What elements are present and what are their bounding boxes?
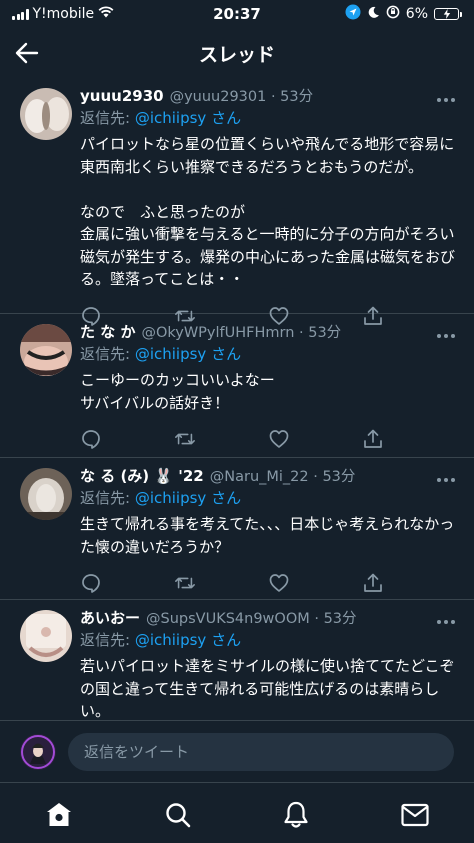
user-name[interactable]: た な か: [80, 322, 135, 342]
status-bar: Y!mobile 20:37 6%: [0, 0, 474, 28]
bottom-tab-bar: [0, 782, 474, 843]
like-button[interactable]: [268, 428, 290, 450]
reply-to-prefix: 返信先:: [80, 345, 131, 363]
heart-icon: [269, 574, 289, 592]
tweet[interactable]: あいおー @SupsVUKS4n9wOOM · 53分 返信先: @ichiip…: [0, 600, 474, 720]
tweet[interactable]: た な か @OkyWPylfUHFHmrn · 53分 返信先: @ichii…: [0, 314, 474, 458]
my-avatar[interactable]: [20, 733, 56, 770]
avatar[interactable]: [20, 468, 72, 520]
reply-to-mention[interactable]: @ichiipsy さん: [135, 345, 241, 363]
location-icon: [345, 4, 361, 24]
tab-notifications[interactable]: [280, 799, 312, 831]
reply-to-prefix: 返信先:: [80, 489, 131, 507]
reply-to-line: 返信先: @ichiipsy さん: [80, 107, 458, 129]
tweet-text: 生きて帰れる事を考えてた、、、日本じゃ考えられなかった懐の違いだろうか？: [80, 515, 455, 556]
mention-handle[interactable]: @ichiipsy: [135, 631, 206, 649]
header: スレッド: [0, 28, 474, 78]
more-dots-icon: [437, 478, 455, 482]
more-dots-icon: [437, 98, 455, 102]
user-name[interactable]: yuuu2930: [80, 86, 164, 106]
retweet-icon: [175, 577, 195, 589]
tab-home[interactable]: [43, 799, 75, 831]
share-button[interactable]: [362, 572, 384, 594]
share-button[interactable]: [362, 428, 384, 450]
mention-suffix: さん: [211, 109, 242, 127]
home-icon: [47, 803, 72, 826]
avatar[interactable]: [20, 324, 72, 376]
bell-icon: [284, 801, 308, 828]
wifi-icon: [98, 6, 114, 22]
more-options-button[interactable]: [436, 610, 456, 629]
do-not-disturb-icon: [367, 6, 380, 23]
reply-to-mention[interactable]: @ichiipsy さん: [135, 489, 241, 507]
mention-handle[interactable]: @ichiipsy: [135, 109, 206, 127]
envelope-icon: [401, 803, 429, 827]
reply-to-line: 返信先: @ichiipsy さん: [80, 343, 458, 365]
user-name[interactable]: あいおー: [80, 608, 140, 628]
user-handle-timestamp: @SupsVUKS4n9wOOM · 53分: [146, 611, 357, 627]
user-name[interactable]: な る (み) 🐰 '22: [80, 466, 204, 486]
thread-feed: yuuu2930 @yuuu29301 · 53分 返信先: @ichiipsy…: [0, 78, 474, 720]
retweet-button[interactable]: [174, 428, 196, 450]
reply-compose-bar: [0, 720, 474, 782]
reply-to-line: 返信先: @ichiipsy さん: [80, 487, 458, 509]
reply-to-line: 返信先: @ichiipsy さん: [80, 629, 458, 651]
more-options-button[interactable]: [436, 468, 456, 487]
avatar[interactable]: [20, 88, 72, 140]
retweet-icon: [175, 433, 195, 445]
tweet[interactable]: yuuu2930 @yuuu29301 · 53分 返信先: @ichiipsy…: [0, 78, 474, 326]
avatar[interactable]: [20, 610, 72, 662]
tab-messages[interactable]: [399, 799, 431, 831]
retweet-button[interactable]: [174, 572, 196, 594]
user-handle-timestamp: @Naru_Mi_22 · 53分: [209, 469, 356, 485]
reply-icon: [82, 574, 100, 593]
reply-input[interactable]: [68, 732, 454, 771]
reply-to-prefix: 返信先:: [80, 109, 131, 127]
reply-to-mention[interactable]: @ichiipsy さん: [135, 631, 241, 649]
reply-to-mention[interactable]: @ichiipsy さん: [135, 109, 241, 127]
share-icon: [364, 573, 382, 592]
more-dots-icon: [437, 334, 455, 338]
reply-to-prefix: 返信先:: [80, 631, 131, 649]
mention-suffix: さん: [211, 345, 242, 363]
arrow-left-icon: [15, 42, 39, 64]
tweet[interactable]: な る (み) 🐰 '22 @Naru_Mi_22 · 53分 返信先: @ic…: [0, 458, 474, 600]
battery-icon: [434, 8, 462, 20]
tweet-text: こーゆーのカッコいいよなー サバイバルの話好き！: [80, 371, 275, 412]
mention-suffix: さん: [211, 489, 242, 507]
user-handle-timestamp: @yuuu29301 · 53分: [169, 89, 314, 105]
share-icon: [364, 429, 382, 448]
tab-search[interactable]: [162, 799, 194, 831]
cellular-signal-icon: [12, 8, 29, 20]
clock: 20:37: [213, 5, 261, 23]
orientation-lock-icon: [386, 5, 400, 23]
reply-button[interactable]: [80, 572, 102, 594]
mention-handle[interactable]: @ichiipsy: [135, 345, 206, 363]
like-button[interactable]: [268, 572, 290, 594]
reply-icon: [82, 430, 100, 449]
mention-suffix: さん: [211, 631, 242, 649]
carrier-name: Y!mobile: [32, 6, 95, 22]
page-title: スレッド: [198, 43, 275, 66]
mention-handle[interactable]: @ichiipsy: [135, 489, 206, 507]
reply-button[interactable]: [80, 428, 102, 450]
tweet-text: 若いパイロット達をミサイルの様に使い捨ててたどこぞの国と違って生きて帰れる可能性…: [80, 657, 455, 720]
search-icon: [166, 803, 191, 828]
heart-icon: [269, 430, 289, 448]
more-options-button[interactable]: [436, 88, 456, 107]
user-handle-timestamp: @OkyWPylfUHFHmrn · 53分: [141, 325, 342, 341]
battery-percentage: 6%: [405, 6, 428, 22]
more-options-button[interactable]: [436, 324, 456, 343]
tweet-text: パイロットなら星の位置くらいや飛んでる地形で容易に東西南北くらい推察できるだろう…: [80, 135, 456, 288]
back-button[interactable]: [12, 38, 42, 68]
more-dots-icon: [437, 620, 455, 624]
